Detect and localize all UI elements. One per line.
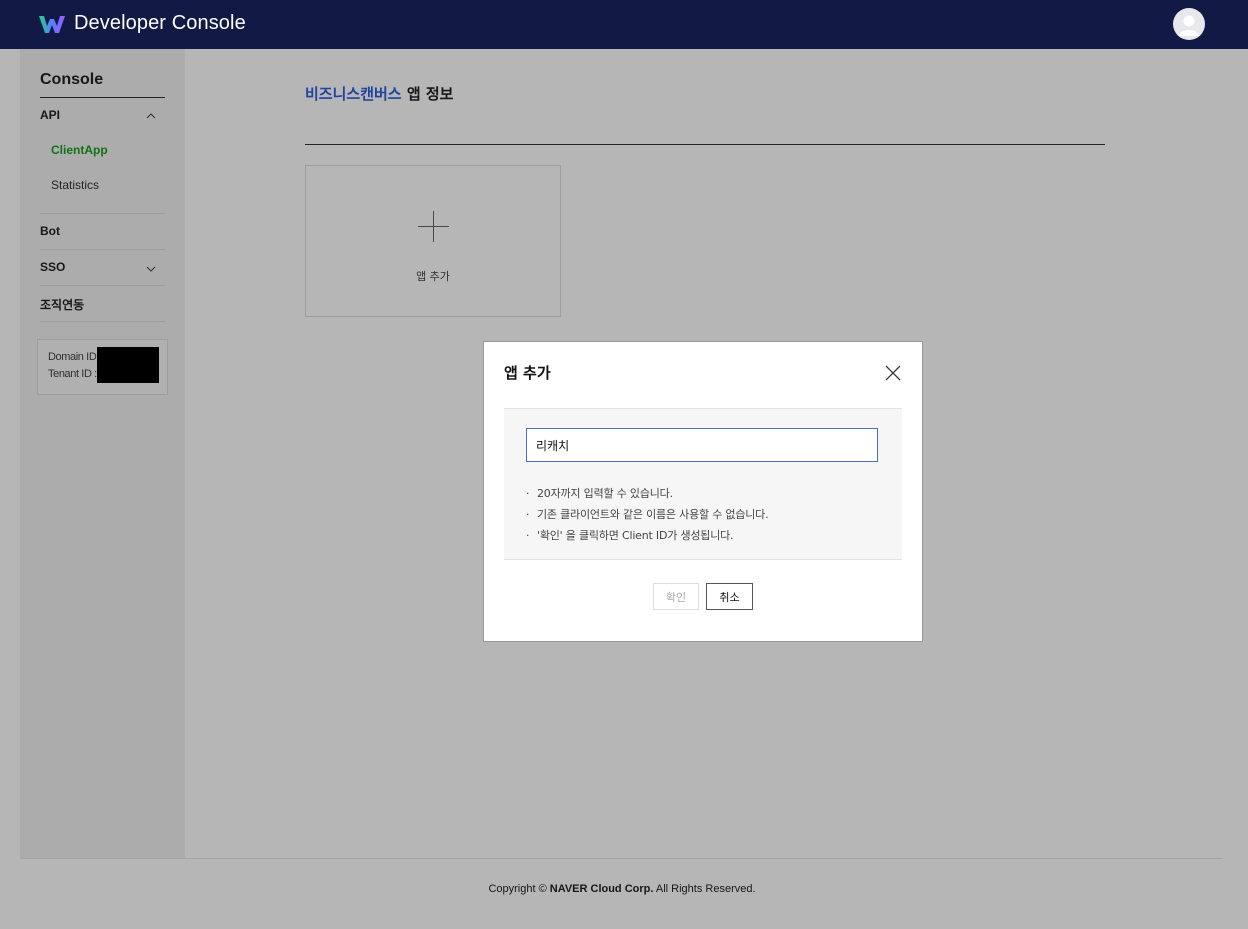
cancel-button[interactable]: 취소 [706,583,753,610]
app-name-input[interactable] [526,428,878,462]
hint-item: '확인' 을 클릭하면 Client ID가 생성됩니다. [526,525,768,546]
confirm-button[interactable]: 확인 [653,583,699,610]
app-title[interactable]: Developer Console [74,12,246,35]
add-app-dialog: 앱 추가 20자까지 입력할 수 있습니다. 기존 클라이언트와 같은 이름은 … [483,341,923,642]
user-avatar-icon[interactable] [1173,8,1205,40]
close-icon[interactable] [884,364,902,382]
top-navigation-bar: Developer Console [0,0,1248,49]
hint-list: 20자까지 입력할 수 있습니다. 기존 클라이언트와 같은 이름은 사용할 수… [526,483,769,546]
dialog-body: 20자까지 입력할 수 있습니다. 기존 클라이언트와 같은 이름은 사용할 수… [504,408,902,560]
dialog-title: 앱 추가 [504,364,551,382]
hint-item: 20자까지 입력할 수 있습니다. [526,483,768,504]
hint-item: 기존 클라이언트와 같은 이름은 사용할 수 없습니다. [526,504,769,525]
works-logo-icon[interactable] [38,14,66,34]
